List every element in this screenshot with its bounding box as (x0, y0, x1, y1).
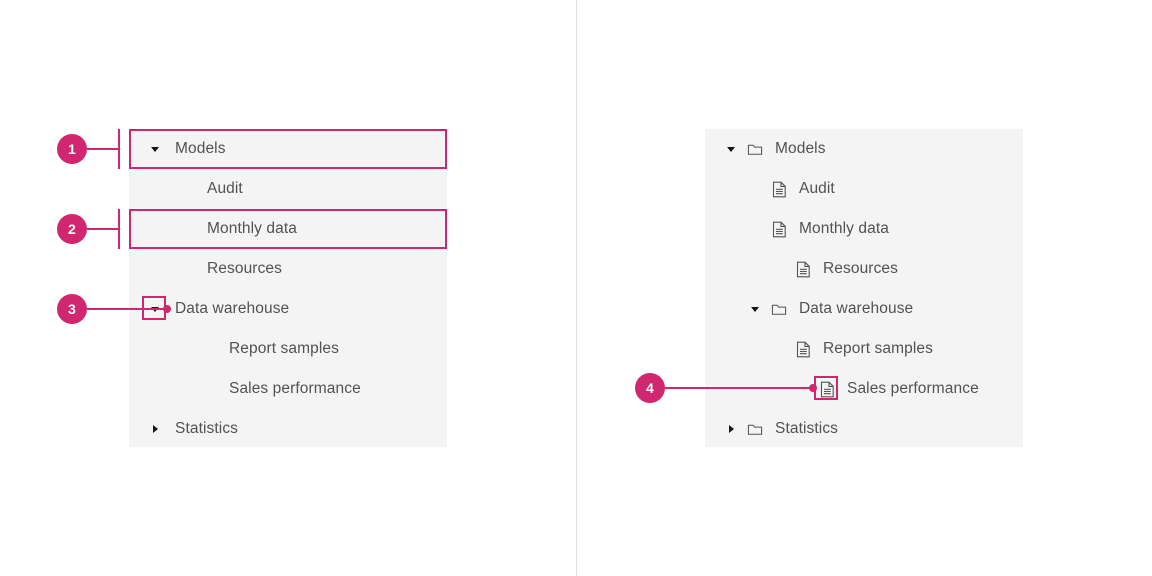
tree-row-data-warehouse[interactable]: Data warehouse (129, 289, 447, 329)
tree-without-icons-panel: Models Audit Monthly data Resources Data war… (129, 129, 447, 447)
annotated-tree-figure: Models Audit Monthly data Resources Data war… (0, 0, 1152, 576)
caret-down-icon[interactable] (147, 141, 163, 157)
tree-row-monthly-data[interactable]: Monthly data (705, 209, 1023, 249)
tree-row-label: Monthly data (207, 220, 297, 237)
tree-row-label: Resources (207, 260, 282, 277)
caret-placeholder (747, 181, 763, 197)
tree-row-monthly-data[interactable]: Monthly data (129, 209, 447, 249)
tree-row-sales-performance[interactable]: Sales performance (705, 369, 1023, 409)
callout-dot-3 (163, 305, 171, 313)
tree-row-label: Statistics (775, 420, 839, 437)
callout-marker-1: 1 (57, 134, 87, 164)
document-icon (795, 261, 811, 277)
callout-leader-4 (665, 387, 813, 389)
tree-row-label: Statistics (175, 420, 239, 437)
caret-down-icon[interactable] (747, 301, 763, 317)
tree-row-data-warehouse[interactable]: Data warehouse (705, 289, 1023, 329)
document-icon (795, 341, 811, 357)
caret-placeholder (771, 261, 787, 277)
vertical-divider (576, 0, 577, 576)
caret-placeholder (771, 341, 787, 357)
caret-right-icon[interactable] (723, 421, 739, 437)
tree-row-label: Data warehouse (175, 300, 290, 317)
caret-placeholder (747, 221, 763, 237)
tree-row-models[interactable]: Models (705, 129, 1023, 169)
folder-icon (747, 421, 763, 437)
tree-row-label: Models (175, 140, 226, 157)
callout-leader-1 (87, 148, 119, 150)
tree-row-report-samples[interactable]: Report samples (705, 329, 1023, 369)
tree-row-models[interactable]: Models (129, 129, 447, 169)
tree-row-label: Monthly data (799, 220, 889, 237)
callout-tick-2 (118, 209, 120, 249)
callout-tick-1 (118, 129, 120, 169)
tree-row-label: Audit (207, 180, 243, 197)
tree-row-label: Data warehouse (799, 300, 914, 317)
tree-row-audit[interactable]: Audit (129, 169, 447, 209)
folder-icon (771, 301, 787, 317)
tree-row-audit[interactable]: Audit (705, 169, 1023, 209)
tree-row-resources[interactable]: Resources (129, 249, 447, 289)
tree-row-resources[interactable]: Resources (705, 249, 1023, 289)
caret-down-icon[interactable] (723, 141, 739, 157)
caret-placeholder (201, 381, 217, 397)
tree-row-label: Sales performance (229, 380, 361, 397)
caret-placeholder (179, 261, 195, 277)
tree-row-report-samples[interactable]: Report samples (129, 329, 447, 369)
callout-leader-2 (87, 228, 119, 230)
document-icon (771, 181, 787, 197)
callout-leader-3 (87, 308, 167, 310)
tree-row-statistics[interactable]: Statistics (129, 409, 447, 449)
tree-row-label: Resources (823, 260, 898, 277)
document-icon (771, 221, 787, 237)
caret-placeholder (179, 221, 195, 237)
callout-marker-3: 3 (57, 294, 87, 324)
tree-with-icons-panel: Models Audit Monthly data Resources Data war… (705, 129, 1023, 447)
caret-placeholder (201, 341, 217, 357)
caret-placeholder (179, 181, 195, 197)
callout-marker-4: 4 (635, 373, 665, 403)
tree-row-label: Report samples (229, 340, 339, 357)
callout-marker-2: 2 (57, 214, 87, 244)
tree-row-label: Models (775, 140, 826, 157)
tree-row-statistics[interactable]: Statistics (705, 409, 1023, 449)
tree-row-label: Audit (799, 180, 835, 197)
callout-dot-4 (809, 384, 817, 392)
tree-row-label: Sales performance (847, 380, 979, 397)
caret-right-icon[interactable] (147, 421, 163, 437)
folder-icon (747, 141, 763, 157)
icon-sales-performance-highlight (814, 376, 838, 400)
tree-row-label: Report samples (823, 340, 933, 357)
tree-row-sales-performance[interactable]: Sales performance (129, 369, 447, 409)
